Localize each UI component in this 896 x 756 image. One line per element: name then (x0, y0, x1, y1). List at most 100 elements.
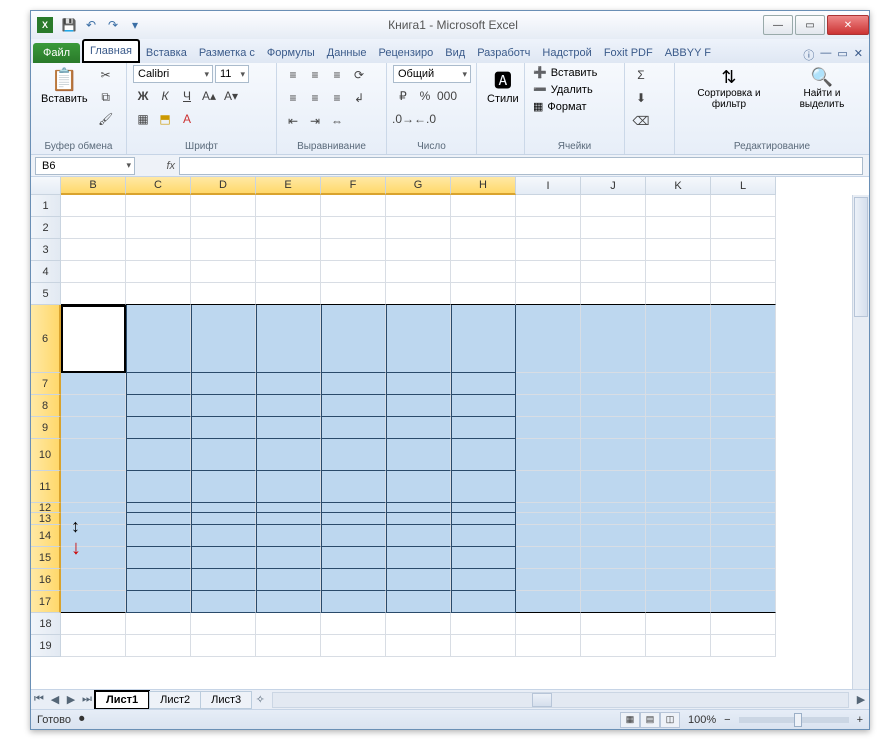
cell-E17[interactable] (256, 591, 321, 613)
fill-icon[interactable]: ⬇ (631, 88, 651, 108)
cell-L16[interactable] (711, 569, 776, 591)
cell-K18[interactable] (646, 613, 711, 635)
cell-E3[interactable] (256, 239, 321, 261)
sheet-tab-1[interactable]: Лист1 (94, 690, 150, 710)
cell-C5[interactable] (126, 283, 191, 305)
horizontal-scrollbar[interactable] (272, 692, 849, 708)
minimize-button[interactable]: — (763, 15, 793, 35)
cell-F8[interactable] (321, 395, 386, 417)
indent-dec-icon[interactable]: ⇤ (283, 111, 303, 131)
row-header-1[interactable]: 1 (31, 195, 61, 217)
cell-G7[interactable] (386, 373, 451, 395)
col-header-C[interactable]: C (126, 177, 191, 195)
cell-D16[interactable] (191, 569, 256, 591)
fx-icon[interactable]: fx (139, 160, 179, 172)
format-painter-icon[interactable]: 🖌 (96, 109, 116, 129)
currency-icon[interactable]: ₽ (393, 86, 413, 106)
col-header-G[interactable]: G (386, 177, 451, 195)
cell-C7[interactable] (126, 373, 191, 395)
tab-nav-last-icon[interactable]: ⏭ (79, 693, 95, 706)
cell-C17[interactable] (126, 591, 191, 613)
cell-D11[interactable] (191, 471, 256, 503)
fill-color-icon[interactable]: ⬒ (155, 109, 175, 129)
cell-D1[interactable] (191, 195, 256, 217)
cell-K17[interactable] (646, 591, 711, 613)
row-header-13[interactable]: 13 (31, 513, 61, 525)
cell-I1[interactable] (516, 195, 581, 217)
cell-G4[interactable] (386, 261, 451, 283)
cell-K6[interactable] (646, 305, 711, 373)
zoom-out-icon[interactable]: − (724, 714, 730, 726)
cell-J19[interactable] (581, 635, 646, 657)
redo-icon[interactable]: ↷ (103, 15, 123, 35)
view-break-icon[interactable]: ◫ (660, 712, 680, 728)
cell-D7[interactable] (191, 373, 256, 395)
cell-H19[interactable] (451, 635, 516, 657)
cell-L13[interactable] (711, 513, 776, 525)
cell-C2[interactable] (126, 217, 191, 239)
cell-B4[interactable] (61, 261, 126, 283)
cell-D17[interactable] (191, 591, 256, 613)
cell-D6[interactable] (191, 305, 256, 373)
cell-F15[interactable] (321, 547, 386, 569)
zoom-value[interactable]: 100% (688, 714, 716, 726)
cell-B15[interactable] (61, 547, 126, 569)
cell-F16[interactable] (321, 569, 386, 591)
row-header-14[interactable]: 14 (31, 525, 61, 547)
cell-G17[interactable] (386, 591, 451, 613)
align-center-icon[interactable]: ≡ (305, 88, 325, 108)
cell-H6[interactable] (451, 305, 516, 373)
row-header-18[interactable]: 18 (31, 613, 61, 635)
cell-D4[interactable] (191, 261, 256, 283)
cell-L1[interactable] (711, 195, 776, 217)
cell-C10[interactable] (126, 439, 191, 471)
cell-J5[interactable] (581, 283, 646, 305)
cell-J1[interactable] (581, 195, 646, 217)
cell-I14[interactable] (516, 525, 581, 547)
cell-E7[interactable] (256, 373, 321, 395)
workbook-close-icon[interactable]: ✕ (854, 47, 863, 63)
tab-home[interactable]: Главная (82, 39, 140, 63)
cell-C6[interactable] (126, 305, 191, 373)
cell-G6[interactable] (386, 305, 451, 373)
cell-B6[interactable] (61, 305, 126, 373)
cell-J13[interactable] (581, 513, 646, 525)
cell-E2[interactable] (256, 217, 321, 239)
cell-H18[interactable] (451, 613, 516, 635)
cell-F11[interactable] (321, 471, 386, 503)
cell-F4[interactable] (321, 261, 386, 283)
cell-B18[interactable] (61, 613, 126, 635)
cell-L5[interactable] (711, 283, 776, 305)
tab-abbyy[interactable]: ABBYY F (659, 43, 717, 63)
cell-K16[interactable] (646, 569, 711, 591)
cell-I15[interactable] (516, 547, 581, 569)
cell-K8[interactable] (646, 395, 711, 417)
cell-D14[interactable] (191, 525, 256, 547)
cell-K10[interactable] (646, 439, 711, 471)
cell-L2[interactable] (711, 217, 776, 239)
cell-E9[interactable] (256, 417, 321, 439)
col-header-H[interactable]: H (451, 177, 516, 195)
cell-I3[interactable] (516, 239, 581, 261)
row-header-16[interactable]: 16 (31, 569, 61, 591)
increase-font-icon[interactable]: A▴ (199, 86, 219, 106)
cell-L12[interactable] (711, 503, 776, 513)
row-header-8[interactable]: 8 (31, 395, 61, 417)
orientation-icon[interactable]: ⟳ (349, 65, 369, 85)
cell-F9[interactable] (321, 417, 386, 439)
cell-E15[interactable] (256, 547, 321, 569)
cell-G1[interactable] (386, 195, 451, 217)
cell-H7[interactable] (451, 373, 516, 395)
cell-B5[interactable] (61, 283, 126, 305)
cell-F17[interactable] (321, 591, 386, 613)
cell-J15[interactable] (581, 547, 646, 569)
cell-B1[interactable] (61, 195, 126, 217)
cell-K11[interactable] (646, 471, 711, 503)
merge-icon[interactable]: ⇔ (327, 111, 347, 131)
cell-F3[interactable] (321, 239, 386, 261)
cell-E8[interactable] (256, 395, 321, 417)
row-header-17[interactable]: 17 (31, 591, 61, 613)
cell-H3[interactable] (451, 239, 516, 261)
cell-H17[interactable] (451, 591, 516, 613)
cell-I8[interactable] (516, 395, 581, 417)
